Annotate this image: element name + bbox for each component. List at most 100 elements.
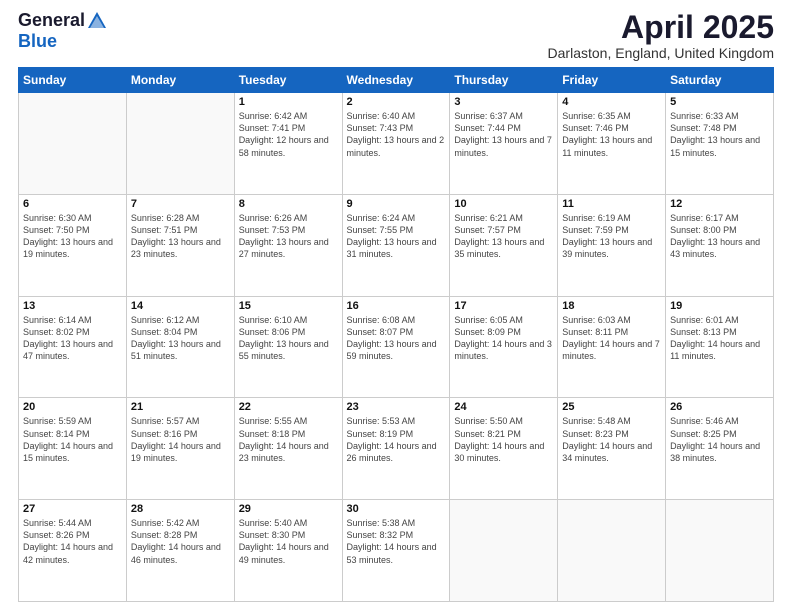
calendar-cell: 25 Sunrise: 5:48 AMSunset: 8:23 PMDayligh… xyxy=(558,398,666,500)
calendar-cell: 6 Sunrise: 6:30 AMSunset: 7:50 PMDaylight… xyxy=(19,194,127,296)
calendar-cell: 8Sunrise: 6:26 AMSunset: 7:53 PMDaylight… xyxy=(234,194,342,296)
calendar-cell: 22 Sunrise: 5:55 AMSunset: 8:18 PMDayligh… xyxy=(234,398,342,500)
title-location: Darlaston, England, United Kingdom xyxy=(548,45,774,61)
calendar-cell xyxy=(558,500,666,602)
day-number: 3 xyxy=(454,96,553,108)
day-number: 13 xyxy=(23,300,122,312)
logo-blue: Blue xyxy=(18,31,57,51)
day-number: 24 xyxy=(454,401,553,413)
day-number: 28 xyxy=(131,503,230,515)
day-info: Sunrise: 5:46 AMSunset: 8:25 PMDaylight:… xyxy=(670,415,769,464)
weekday-header-thursday: Thursday xyxy=(450,68,558,93)
title-month: April 2025 xyxy=(548,10,774,45)
day-info: Sunrise: 6:33 AMSunset: 7:48 PMDaylight:… xyxy=(670,110,769,159)
day-number: 12 xyxy=(670,198,769,210)
calendar-cell: 16Sunrise: 6:08 AMSunset: 8:07 PMDayligh… xyxy=(342,296,450,398)
day-number: 22 xyxy=(239,401,338,413)
calendar-cell: 1 Sunrise: 6:42 AMSunset: 7:41 PMDaylight… xyxy=(234,93,342,195)
day-number: 11 xyxy=(562,198,661,210)
day-number: 25 xyxy=(562,401,661,413)
calendar-cell: 17 Sunrise: 6:05 AMSunset: 8:09 PMDayligh… xyxy=(450,296,558,398)
calendar-cell: 18 Sunrise: 6:03 AMSunset: 8:11 PMDayligh… xyxy=(558,296,666,398)
calendar-cell: 30 Sunrise: 5:38 AMSunset: 8:32 PMDayligh… xyxy=(342,500,450,602)
calendar-cell: 3 Sunrise: 6:37 AMSunset: 7:44 PMDaylight… xyxy=(450,93,558,195)
calendar-cell: 10 Sunrise: 6:21 AMSunset: 7:57 PMDayligh… xyxy=(450,194,558,296)
day-info: Sunrise: 6:24 AMSunset: 7:55 PMDaylight:… xyxy=(347,212,446,261)
week-row-5: 27Sunrise: 5:44 AMSunset: 8:26 PMDayligh… xyxy=(19,500,774,602)
day-number: 15 xyxy=(239,300,338,312)
weekday-header-friday: Friday xyxy=(558,68,666,93)
logo-general: General xyxy=(18,10,85,30)
day-info: Sunrise: 5:59 AMSunset: 8:14 PMDaylight:… xyxy=(23,415,122,464)
day-info: Sunrise: 6:01 AMSunset: 8:13 PMDaylight:… xyxy=(670,314,769,363)
day-info: Sunrise: 6:10 AMSunset: 8:06 PMDaylight:… xyxy=(239,314,338,363)
calendar-cell xyxy=(666,500,774,602)
day-info: Sunrise: 6:35 AMSunset: 7:46 PMDaylight:… xyxy=(562,110,661,159)
day-number: 5 xyxy=(670,96,769,108)
calendar-cell: 12 Sunrise: 6:17 AMSunset: 8:00 PMDayligh… xyxy=(666,194,774,296)
calendar-cell: 2Sunrise: 6:40 AMSunset: 7:43 PMDaylight… xyxy=(342,93,450,195)
calendar-table: SundayMondayTuesdayWednesdayThursdayFrid… xyxy=(18,67,774,602)
day-info: Sunrise: 5:50 AMSunset: 8:21 PMDaylight:… xyxy=(454,415,553,464)
calendar-cell: 5 Sunrise: 6:33 AMSunset: 7:48 PMDaylight… xyxy=(666,93,774,195)
day-number: 16 xyxy=(347,300,446,312)
day-number: 1 xyxy=(239,96,338,108)
calendar-cell: 28Sunrise: 5:42 AMSunset: 8:28 PMDayligh… xyxy=(126,500,234,602)
header: General Blue April 2025 Darlaston, Engla… xyxy=(18,10,774,61)
logo-icon xyxy=(86,10,108,32)
calendar-cell: 4 Sunrise: 6:35 AMSunset: 7:46 PMDaylight… xyxy=(558,93,666,195)
calendar-cell xyxy=(450,500,558,602)
day-info: Sunrise: 5:48 AMSunset: 8:23 PMDaylight:… xyxy=(562,415,661,464)
day-number: 19 xyxy=(670,300,769,312)
day-info: Sunrise: 6:14 AMSunset: 8:02 PMDaylight:… xyxy=(23,314,122,363)
day-info: Sunrise: 6:12 AMSunset: 8:04 PMDaylight:… xyxy=(131,314,230,363)
day-number: 10 xyxy=(454,198,553,210)
day-number: 2 xyxy=(347,96,446,108)
day-info: Sunrise: 6:30 AMSunset: 7:50 PMDaylight:… xyxy=(23,212,122,261)
day-info: Sunrise: 6:17 AMSunset: 8:00 PMDaylight:… xyxy=(670,212,769,261)
day-info: Sunrise: 5:38 AMSunset: 8:32 PMDaylight:… xyxy=(347,517,446,566)
day-number: 14 xyxy=(131,300,230,312)
day-info: Sunrise: 6:42 AMSunset: 7:41 PMDaylight:… xyxy=(239,110,338,159)
day-number: 18 xyxy=(562,300,661,312)
day-info: Sunrise: 6:37 AMSunset: 7:44 PMDaylight:… xyxy=(454,110,553,159)
weekday-header-tuesday: Tuesday xyxy=(234,68,342,93)
calendar-cell: 20 Sunrise: 5:59 AMSunset: 8:14 PMDayligh… xyxy=(19,398,127,500)
page: General Blue April 2025 Darlaston, Engla… xyxy=(0,0,792,612)
day-info: Sunrise: 5:53 AMSunset: 8:19 PMDaylight:… xyxy=(347,415,446,464)
day-number: 29 xyxy=(239,503,338,515)
day-number: 30 xyxy=(347,503,446,515)
calendar-cell: 14 Sunrise: 6:12 AMSunset: 8:04 PMDayligh… xyxy=(126,296,234,398)
day-number: 7 xyxy=(131,198,230,210)
weekday-header-monday: Monday xyxy=(126,68,234,93)
calendar-cell xyxy=(19,93,127,195)
calendar-cell: 11Sunrise: 6:19 AMSunset: 7:59 PMDayligh… xyxy=(558,194,666,296)
calendar-cell: 24 Sunrise: 5:50 AMSunset: 8:21 PMDayligh… xyxy=(450,398,558,500)
week-row-1: 1 Sunrise: 6:42 AMSunset: 7:41 PMDaylight… xyxy=(19,93,774,195)
day-number: 4 xyxy=(562,96,661,108)
day-info: Sunrise: 6:21 AMSunset: 7:57 PMDaylight:… xyxy=(454,212,553,261)
calendar-cell: 27Sunrise: 5:44 AMSunset: 8:26 PMDayligh… xyxy=(19,500,127,602)
day-info: Sunrise: 6:05 AMSunset: 8:09 PMDaylight:… xyxy=(454,314,553,363)
week-row-4: 20 Sunrise: 5:59 AMSunset: 8:14 PMDayligh… xyxy=(19,398,774,500)
calendar-cell: 23Sunrise: 5:53 AMSunset: 8:19 PMDayligh… xyxy=(342,398,450,500)
calendar-cell: 13 Sunrise: 6:14 AMSunset: 8:02 PMDayligh… xyxy=(19,296,127,398)
calendar-cell: 15 Sunrise: 6:10 AMSunset: 8:06 PMDayligh… xyxy=(234,296,342,398)
day-info: Sunrise: 6:03 AMSunset: 8:11 PMDaylight:… xyxy=(562,314,661,363)
day-number: 17 xyxy=(454,300,553,312)
week-row-2: 6 Sunrise: 6:30 AMSunset: 7:50 PMDaylight… xyxy=(19,194,774,296)
calendar-cell: 9Sunrise: 6:24 AMSunset: 7:55 PMDaylight… xyxy=(342,194,450,296)
weekday-header-sunday: Sunday xyxy=(19,68,127,93)
calendar-cell xyxy=(126,93,234,195)
week-row-3: 13 Sunrise: 6:14 AMSunset: 8:02 PMDayligh… xyxy=(19,296,774,398)
day-info: Sunrise: 5:55 AMSunset: 8:18 PMDaylight:… xyxy=(239,415,338,464)
day-number: 6 xyxy=(23,198,122,210)
weekday-header-row: SundayMondayTuesdayWednesdayThursdayFrid… xyxy=(19,68,774,93)
calendar-cell: 29 Sunrise: 5:40 AMSunset: 8:30 PMDayligh… xyxy=(234,500,342,602)
calendar-cell: 7Sunrise: 6:28 AMSunset: 7:51 PMDaylight… xyxy=(126,194,234,296)
weekday-header-saturday: Saturday xyxy=(666,68,774,93)
day-number: 20 xyxy=(23,401,122,413)
day-info: Sunrise: 5:40 AMSunset: 8:30 PMDaylight:… xyxy=(239,517,338,566)
day-number: 8 xyxy=(239,198,338,210)
day-number: 21 xyxy=(131,401,230,413)
